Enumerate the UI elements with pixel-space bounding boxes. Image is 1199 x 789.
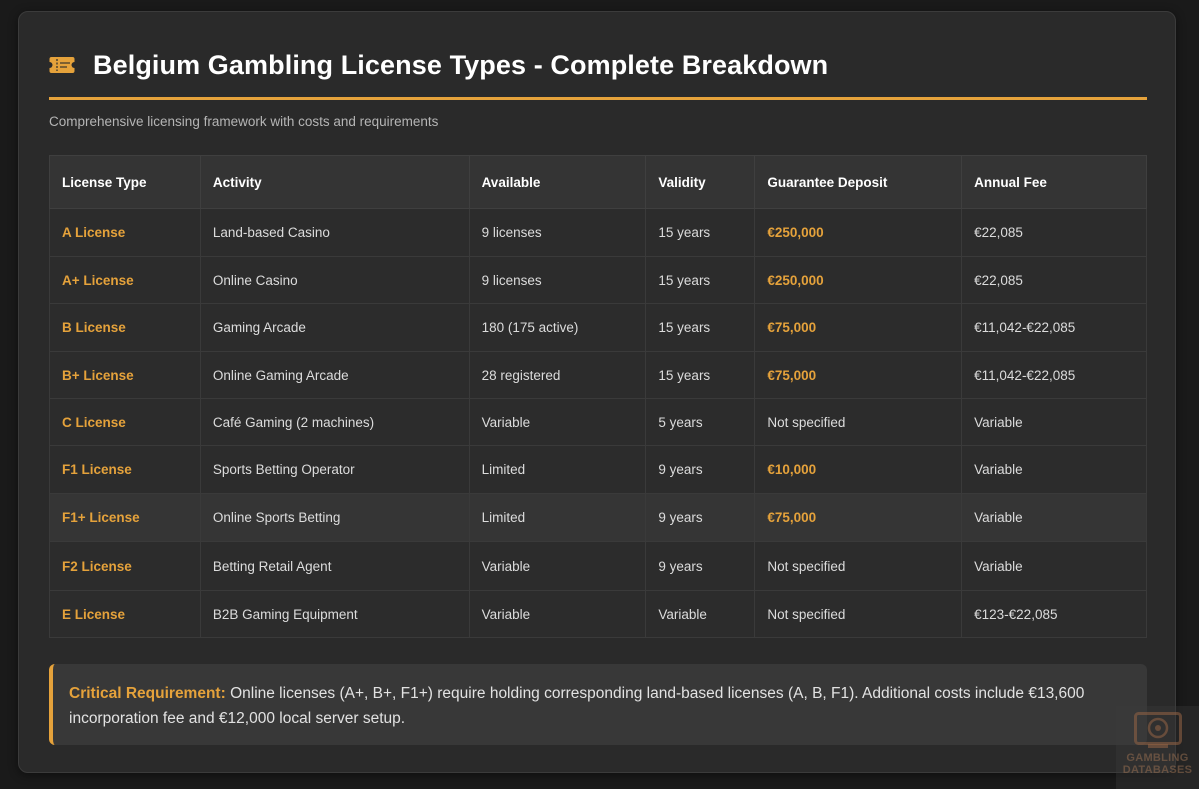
validity-cell: 9 years xyxy=(645,445,756,494)
table-header-row: License Type Activity Available Validity… xyxy=(49,155,1147,209)
activity-cell: Betting Retail Agent xyxy=(199,541,470,591)
validity-cell: 15 years xyxy=(645,256,756,304)
watermark-line-1: GAMBLING xyxy=(1126,752,1189,764)
activity-cell: Gaming Arcade xyxy=(199,303,470,352)
deposit-cell: €10,000 xyxy=(754,445,963,494)
page-title: Belgium Gambling License Types - Complet… xyxy=(93,50,829,80)
fee-cell: €22,085 xyxy=(961,208,1147,257)
fee-cell: €22,085 xyxy=(961,256,1147,304)
column-header-annual-fee[interactable]: Annual Fee xyxy=(961,155,1147,209)
available-cell: Variable xyxy=(468,398,647,446)
table-row[interactable]: A+ License Online Casino 9 licenses 15 y… xyxy=(49,256,1147,304)
available-cell: Variable xyxy=(468,590,647,638)
license-type-cell: B+ License xyxy=(49,351,201,399)
deposit-cell: €75,000 xyxy=(754,303,963,352)
activity-cell: Online Gaming Arcade xyxy=(199,351,470,399)
critical-requirement-note: Critical Requirement: Online licenses (A… xyxy=(49,664,1147,745)
available-cell: 180 (175 active) xyxy=(468,303,647,352)
license-type-cell: F2 License xyxy=(49,541,201,591)
deposit-cell: €75,000 xyxy=(754,351,963,399)
gambling-databases-logo xyxy=(1133,712,1182,748)
validity-cell: 15 years xyxy=(645,208,756,257)
available-cell: Limited xyxy=(468,445,647,494)
deposit-cell: €250,000 xyxy=(754,208,963,257)
validity-cell: 9 years xyxy=(645,541,756,591)
license-table: License Type Activity Available Validity… xyxy=(49,155,1147,638)
watermark-line-2: DATABASES xyxy=(1122,764,1193,776)
column-header-license-type[interactable]: License Type xyxy=(49,155,201,209)
activity-cell: Café Gaming (2 machines) xyxy=(199,398,470,446)
available-cell: 9 licenses xyxy=(468,208,647,257)
deposit-cell: €250,000 xyxy=(754,256,963,304)
column-header-activity[interactable]: Activity xyxy=(199,155,470,209)
activity-cell: B2B Gaming Equipment xyxy=(199,590,470,638)
validity-cell: 15 years xyxy=(645,303,756,352)
license-type-cell: C License xyxy=(49,398,201,446)
table-row[interactable]: B License Gaming Arcade 180 (175 active)… xyxy=(49,303,1147,352)
activity-cell: Online Sports Betting xyxy=(199,493,470,542)
fee-cell: Variable xyxy=(961,493,1147,542)
deposit-cell: Not specified xyxy=(754,590,963,638)
validity-cell: 15 years xyxy=(645,351,756,399)
table-row[interactable]: A License Land-based Casino 9 licenses 1… xyxy=(49,208,1147,257)
fee-cell: Variable xyxy=(961,445,1147,494)
ticket-icon xyxy=(49,57,75,73)
page-subtitle: Comprehensive licensing framework with c… xyxy=(49,114,439,129)
deposit-cell: Not specified xyxy=(754,541,963,591)
license-type-cell: B License xyxy=(49,303,201,352)
available-cell: Limited xyxy=(468,493,647,542)
note-label: Critical Requirement: xyxy=(69,685,226,702)
deposit-cell: Not specified xyxy=(754,398,963,446)
license-type-cell: A+ License xyxy=(49,256,201,304)
fee-cell: Variable xyxy=(961,398,1147,446)
activity-cell: Sports Betting Operator xyxy=(199,445,470,494)
available-cell: 28 registered xyxy=(468,351,647,399)
table-row[interactable]: B+ License Online Gaming Arcade 28 regis… xyxy=(49,351,1147,399)
card-header: Belgium Gambling License Types - Complet… xyxy=(49,48,1147,100)
fee-cell: €11,042-€22,085 xyxy=(961,351,1147,399)
table-row[interactable]: F1 License Sports Betting Operator Limit… xyxy=(49,445,1147,494)
deposit-cell: €75,000 xyxy=(754,493,963,542)
column-header-validity[interactable]: Validity xyxy=(645,155,756,209)
available-cell: 9 licenses xyxy=(468,256,647,304)
column-header-guarantee-deposit[interactable]: Guarantee Deposit xyxy=(754,155,963,209)
license-type-cell: A License xyxy=(49,208,201,257)
validity-cell: 5 years xyxy=(645,398,756,446)
table-row[interactable]: C License Café Gaming (2 machines) Varia… xyxy=(49,398,1147,446)
license-card: Belgium Gambling License Types - Complet… xyxy=(18,11,1176,773)
table-row[interactable]: E License B2B Gaming Equipment Variable … xyxy=(49,590,1147,638)
validity-cell: Variable xyxy=(645,590,756,638)
activity-cell: Online Casino xyxy=(199,256,470,304)
fee-cell: Variable xyxy=(961,541,1147,591)
column-header-available[interactable]: Available xyxy=(468,155,647,209)
fee-cell: €123-€22,085 xyxy=(961,590,1147,638)
watermark: GAMBLING DATABASES xyxy=(1116,706,1199,789)
license-type-cell: F1 License xyxy=(49,445,201,494)
table-row[interactable]: F2 License Betting Retail Agent Variable… xyxy=(49,541,1147,591)
activity-cell: Land-based Casino xyxy=(199,208,470,257)
license-type-cell: E License xyxy=(49,590,201,638)
available-cell: Variable xyxy=(468,541,647,591)
table-row[interactable]: F1+ License Online Sports Betting Limite… xyxy=(49,493,1147,542)
fee-cell: €11,042-€22,085 xyxy=(961,303,1147,352)
validity-cell: 9 years xyxy=(645,493,756,542)
license-type-cell: F1+ License xyxy=(49,493,201,542)
